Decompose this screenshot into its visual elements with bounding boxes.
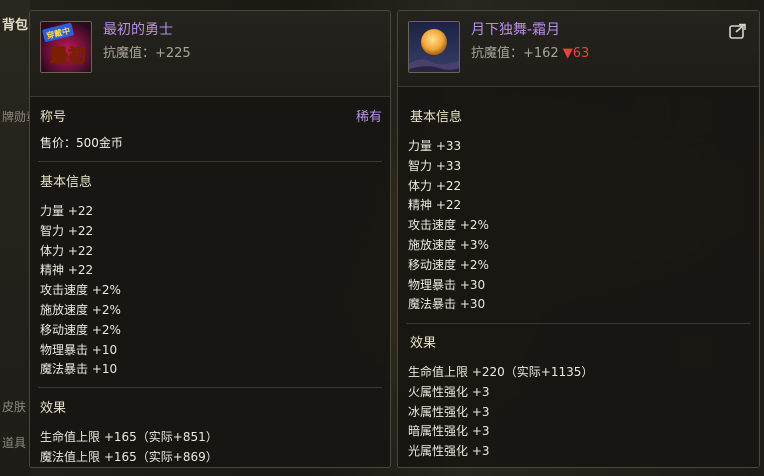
moon-night-icon [409,22,459,72]
share-icon[interactable] [729,23,747,39]
item-tooltip-compare: 月下独舞-霜月 抗魔值：+162 ▼63 基本信息 力量 +33 智力 +33 体… [397,10,760,468]
effect-line: 冰属性强化 +3 [408,404,490,419]
divider [38,387,382,388]
stat-line: 施放速度 +2% [40,302,121,317]
stat-list: 力量 +33 智力 +33 体力 +22 精神 +22 攻击速度 +2% 施放速… [408,137,489,315]
background-label-skin: 皮肤 [2,400,27,414]
resist-value: 抗魔值：+162 ▼63 [471,42,589,61]
effect-line: 暗属性强化 +3 [408,424,490,439]
stat-line: 体力 +22 [408,178,462,193]
effect-line: 火属性强化 +3 [408,384,490,399]
effect-list: 生命值上限 +220（实际+1135） 火属性强化 +3 冰属性强化 +3 暗属… [408,363,593,462]
rarity-label: 稀有 [355,110,382,125]
background-label-medal: 牌勋章 [2,110,30,124]
effect-line: 生命值上限 +165（实际+851） [40,430,218,444]
stat-line: 智力 +22 [40,223,94,238]
stat-line: 物理暴击 +30 [408,277,486,292]
item-name: 最初的勇士 [103,22,173,38]
resist-value: 抗魔值：+225 [103,46,191,61]
item-icon: 穿戴中 最初 [40,21,92,73]
sell-price: 售价：500金币 [40,136,123,150]
item-tooltip-equipped: 穿戴中 最初 最初的勇士 抗魔值：+225 称号 稀有 售价：500金币 基本信… [29,10,391,468]
tooltip-header: 月下独舞-霜月 抗魔值：+162 ▼63 [398,11,759,87]
basic-info-title: 基本信息 [40,175,93,190]
title-category-label: 称号 [40,110,67,125]
stat-line: 移动速度 +2% [408,257,489,272]
stat-list: 力量 +22 智力 +22 体力 +22 精神 +22 攻击速度 +2% 施放速… [40,202,121,380]
stat-line: 移动速度 +2% [40,322,121,337]
item-icon [408,21,460,73]
effect-line: 生命值上限 +220（实际+1135） [408,365,594,379]
effect-line: 魔法值上限 +165（实际+869） [40,449,218,464]
stat-line: 施放速度 +3% [408,237,489,252]
stat-line: 攻击速度 +2% [40,283,121,298]
effect-list: 生命值上限 +165（实际+851） 魔法值上限 +165（实际+869） [40,428,218,467]
title-badge-icon: 穿戴中 最初 [41,22,91,72]
resist-decrease: ▼63 [562,46,590,61]
divider [38,161,382,162]
stat-line: 物理暴击 +10 [40,342,118,357]
stat-line: 力量 +33 [408,139,462,153]
stat-line: 力量 +22 [40,204,94,218]
effect-line: 光属性强化 +3 [408,444,490,459]
item-name: 月下独舞-霜月 [471,22,561,38]
tooltip-header: 穿戴中 最初 最初的勇士 抗魔值：+225 [30,11,390,97]
background-label-bag: 背包 [2,18,29,33]
stat-line: 攻击速度 +2% [408,218,489,233]
background-sidebar: 背包 牌勋章 皮肤 道具 [0,0,30,476]
stat-line: 魔法暴击 +10 [40,362,118,377]
divider [406,323,751,324]
stat-line: 智力 +33 [408,158,462,173]
basic-info-title: 基本信息 [410,110,463,125]
stat-line: 精神 +22 [408,198,462,213]
svg-text:最初: 最初 [50,45,86,67]
stat-line: 体力 +22 [40,243,94,258]
stat-line: 魔法暴击 +30 [408,297,486,312]
resist-value-text: 抗魔值：+162 [471,46,559,61]
effects-title: 效果 [410,336,437,351]
background-label-items: 道具 [2,436,27,450]
stat-line: 精神 +22 [40,263,94,278]
effects-title: 效果 [40,401,67,416]
